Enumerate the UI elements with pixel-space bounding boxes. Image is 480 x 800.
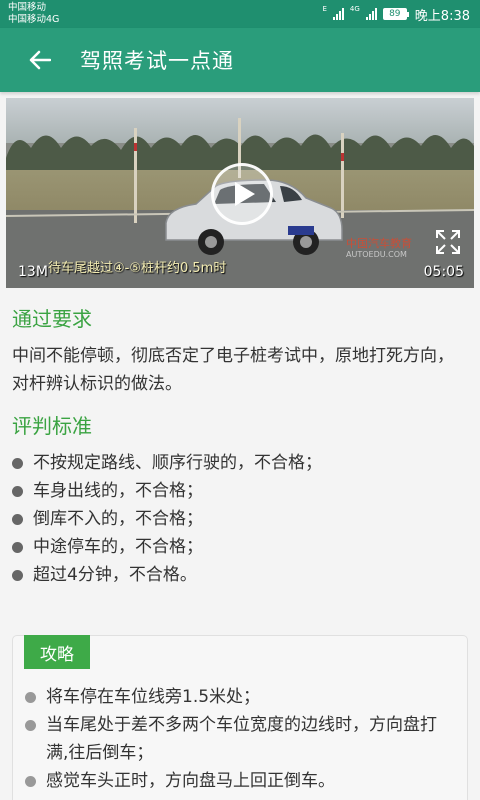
criteria-title: 评判标准 xyxy=(12,414,92,438)
fullscreen-icon[interactable] xyxy=(434,228,462,256)
bullet-icon xyxy=(12,513,23,525)
strategy-tag: 攻略 xyxy=(24,635,90,669)
criteria-list: 不按规定路线、顺序行驶的，不合格； 车身出线的，不合格； 倒库不入的，不合格； … xyxy=(12,449,468,589)
bullet-icon xyxy=(25,692,36,703)
battery-level: 89 xyxy=(382,8,407,20)
pass-requirement-text: 中间不能停顿，彻底否定了电子桩考试中，原地打死方向，对杆辨认标识的做法。 xyxy=(12,346,454,394)
list-item: 超过4分钟，不合格。 xyxy=(12,561,468,589)
list-item: 车身出线的，不合格； xyxy=(12,477,468,505)
video-duration: 05:05 xyxy=(423,264,464,280)
network-e-label: E xyxy=(322,4,327,13)
clock: 晚上8:38 xyxy=(414,8,470,24)
strategy-list: 将车停在车位线旁1.5米处； 当车尾处于差不多两个车位宽度的边线时，方向盘打满,… xyxy=(25,683,457,795)
carrier-1: 中国移动 xyxy=(8,2,47,13)
signal-icon xyxy=(332,8,344,20)
bullet-icon xyxy=(12,485,23,497)
bullet-icon xyxy=(25,720,36,731)
list-item: 当车尾处于差不多两个车位宽度的边线时，方向盘打满,往后倒车； xyxy=(25,711,457,767)
content-area: 通过要求 中间不能停顿，彻底否定了电子桩考试中，原地打死方向，对杆辨认标识的做法… xyxy=(12,303,468,589)
status-bar: 中国移动 中国移动4G E 4G 89 晚上8:38 xyxy=(0,0,480,28)
back-button[interactable] xyxy=(0,28,80,92)
video-subtitle: 待车尾越过④-⑤桩杆约0.5m时 xyxy=(48,261,227,276)
list-item: 将车停在车位线旁1.5米处； xyxy=(25,683,457,711)
video-watermark: 中国汽车教育 AUTOEDU.COM xyxy=(346,237,412,259)
bullet-icon xyxy=(12,457,23,469)
pass-requirement-title: 通过要求 xyxy=(12,307,92,331)
list-item: 倒库不入的，不合格； xyxy=(12,505,468,533)
bullet-icon xyxy=(12,569,23,581)
page-title: 驾照考试一点通 xyxy=(80,49,234,73)
video-size: 13M xyxy=(18,264,48,280)
system-icons: E 4G 89 晚上8:38 xyxy=(322,5,470,24)
signal-icon-2 xyxy=(365,8,377,20)
carrier-info: 中国移动 中国移动4G xyxy=(8,2,59,26)
play-button[interactable] xyxy=(211,163,273,225)
list-item: 感觉车头正时，方向盘马上回正倒车。 xyxy=(25,767,457,795)
list-item: 不按规定路线、顺序行驶的，不合格； xyxy=(12,449,468,477)
list-item: 中途停车的，不合格； xyxy=(12,533,468,561)
arrow-left-icon xyxy=(29,50,51,70)
bullet-icon xyxy=(12,541,23,553)
video-player[interactable]: 中国汽车教育 AUTOEDU.COM 待车尾越过④-⑤桩杆约0.5m时 13M 0… xyxy=(6,98,474,288)
battery-icon: 89 xyxy=(382,8,409,20)
carrier-2: 中国移动4G xyxy=(8,14,60,25)
bullet-icon xyxy=(25,776,36,787)
network-4g-label: 4G xyxy=(349,4,360,13)
app-bar: 驾照考试一点通 xyxy=(0,28,480,92)
strategy-card: 攻略 将车停在车位线旁1.5米处； 当车尾处于差不多两个车位宽度的边线时，方向盘… xyxy=(12,635,468,800)
play-icon xyxy=(235,182,255,206)
